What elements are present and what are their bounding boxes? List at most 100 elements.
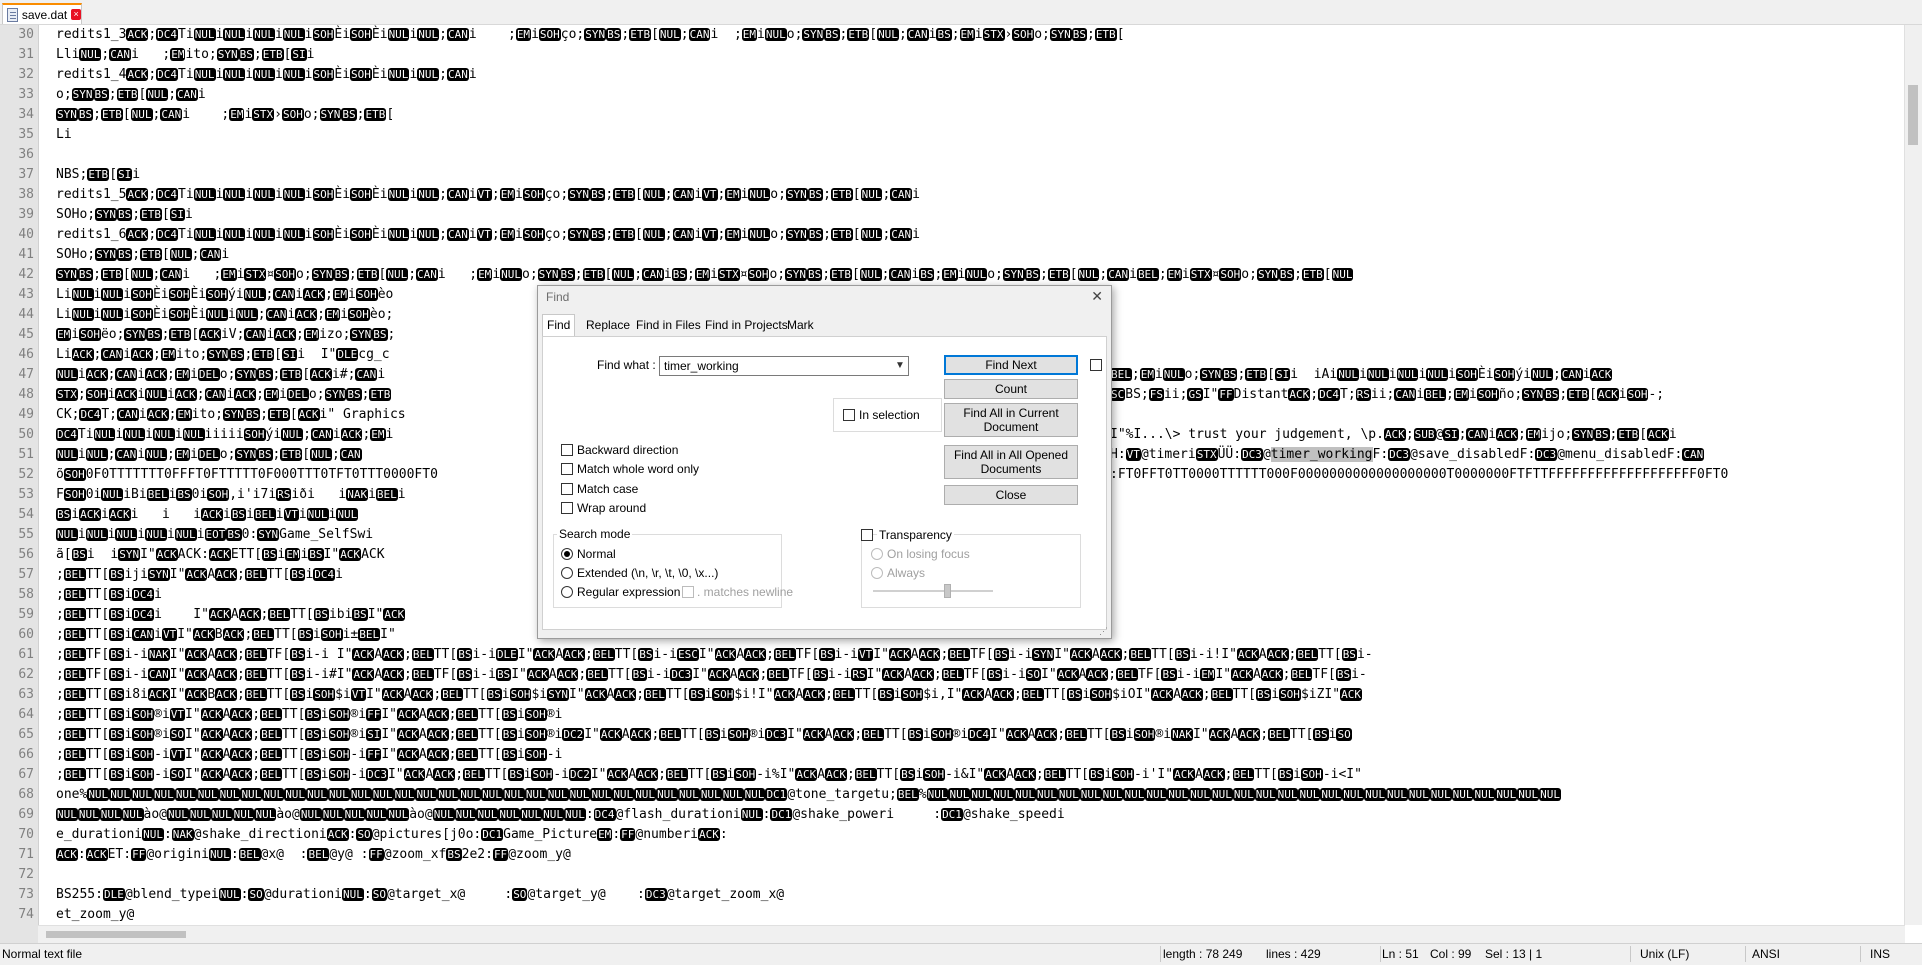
code-text: I"%I...\> trust your judgement, \p. (1110, 427, 1384, 442)
mode-extended-radio[interactable] (561, 567, 573, 579)
code-line[interactable]: NUL NUL NUL NULào@NUL NUL NUL NUL NULào@NUL NUL N… (56, 805, 1065, 825)
code-line[interactable]: LiNULiNULiSOHÈiSOHÈiNULiNUL;CANiACK;EMiS… (56, 305, 393, 325)
code-text: ; (605, 187, 614, 202)
code-line[interactable]: NULiNULiNULiNULiNULiEOT BS0:SYNGame_SelfS… (56, 525, 373, 545)
code-line[interactable]: o;SYN BS;ETB[NUL;CANi (56, 85, 206, 105)
code-line[interactable]: ã[BSi iSYNI"ACKACK:ACKETT[BSiEMiBSI"ACKA… (56, 545, 385, 565)
mode-normal-radio[interactable] (561, 548, 573, 560)
code-line-fragment[interactable]: I"%I...\> trust your judgement, \p.ACK;S… (1110, 425, 1677, 445)
code-line[interactable]: ;BELTT[BSiSOH-iSOI"ACKAACK;BELTT[BSiSOH-… (56, 765, 1362, 785)
find-history-dropdown-icon[interactable]: ▼ (892, 357, 908, 375)
code-line[interactable]: CK;DC4T;CANiACK;EMito;SYN BS;ETB[ACKi" Gr… (56, 405, 406, 425)
code-line[interactable]: e_durationiNUL:NAK@shake_directioniACK:S… (56, 825, 728, 845)
resize-grip-icon[interactable]: ⋰ (1099, 626, 1109, 636)
match-whole-word-checkbox[interactable] (561, 463, 573, 475)
find-all-current-button[interactable]: Find All in Current Document (944, 403, 1078, 437)
transparency-slider-track[interactable] (873, 590, 993, 592)
code-line[interactable]: ;BELTT[BSiCANiVTI"ACKBACK;BELTT[BSiSOHi±… (56, 625, 396, 645)
code-line[interactable]: ACK:ACKET:FF@originiNUL:BEL@x@ :BEL@y@ :… (56, 845, 571, 865)
code-line[interactable]: FSOH0iNULiBiBELiBS0iSOH,i'i7iRSiði iNAKi… (56, 485, 406, 505)
code-line[interactable]: LiNULiNULiSOHÈiSOHÈiSOHýiNUL;CANiACK;EMi… (56, 285, 393, 305)
close-button[interactable]: Close (944, 485, 1078, 505)
code-text: TF[ (795, 647, 820, 662)
always-radio[interactable] (871, 567, 883, 579)
code-line[interactable]: ;BELTT[BSiSOH-iVTI"ACKAACK;BELTT[BSiSOH-… (56, 745, 562, 765)
code-line[interactable]: ;BELTT[BSi8iACKI"ACKBACK;BELTT[BSiSOH$iV… (56, 685, 1362, 705)
code-text: i (468, 187, 477, 202)
code-line[interactable]: LiACK;CANiACK;EMito;SYN BS;ETB[SIi I"DLEc… (56, 345, 390, 365)
code-line-fragment[interactable]: SCBS;FSii;GSI"FFDistantACK;DC4T;RSii;CAN… (1110, 385, 1665, 405)
control-char-token: SO (169, 728, 186, 741)
control-char-token: NUL (1145, 788, 1168, 801)
status-insert-mode: INS (1870, 947, 1891, 961)
code-line[interactable]: STX;SOHiACKiNULiACK;CANiACK;EMiDELo;SYN B… (56, 385, 392, 405)
on-losing-focus-radio[interactable] (871, 548, 883, 560)
code-line[interactable]: SOHo;SYN BS;ETB[NUL;CANi (56, 245, 229, 265)
tab-find-in-projects[interactable]: Find in Projects (701, 315, 792, 335)
count-button[interactable]: Count (944, 379, 1078, 399)
wrap-around-checkbox[interactable] (561, 502, 573, 514)
transparency-checkbox[interactable] (861, 529, 873, 541)
close-tab-icon[interactable]: × (71, 9, 81, 20)
code-line[interactable]: one%NUL NUL NUL NUL NUL NUL NUL NUL NUL NUL NUL NUL… (56, 785, 1561, 805)
match-case-checkbox[interactable] (561, 483, 573, 495)
code-line[interactable]: EMiSOHëo;SYN BS;ETB[ACKiV;CANiACK;EMizo;S… (56, 325, 395, 345)
control-char-token: NUL (612, 788, 635, 801)
code-line[interactable]: redits1_4ACK;DC4TiNULiNULiNULiNULiSOHÈiS… (56, 65, 477, 85)
control-char-token: NUL (188, 808, 211, 821)
dialog-close-icon[interactable]: ✕ (1091, 288, 1103, 305)
code-line[interactable]: ;BELTF[BSi-iNAKI"ACKAACK;BELTF[BSi-i I"A… (56, 645, 1373, 665)
code-line-fragment[interactable]: H:VT@timeriSTXÜÜ:DC3@timer_workingF:DC3@… (1110, 445, 1705, 465)
code-line[interactable]: ;BELTT[BSijiSYNI"ACKAACK;BELTT[BSiDC4i (56, 565, 343, 585)
code-line[interactable]: DC4TiNULiNULiNULiNULiiiiiSOHýiNUL;CANiAC… (56, 425, 393, 445)
tab-replace[interactable]: Replace (582, 315, 634, 335)
code-line[interactable]: ;BELTT[BSiSOH®iVTI"ACKAACK;BELTT[BSiSOH®… (56, 705, 562, 725)
code-line[interactable]: LliNUL;CANi ;EMito;SYN BS;ETB[SIi (56, 45, 315, 65)
code-line[interactable]: NULiACK;CANiACK;EMiDELo;SYN BS;ETB[ACKi#;… (56, 365, 385, 385)
code-line[interactable]: ;BELTF[BSi-iCANI"ACKAACK;BELTT[BSi-i#I"A… (56, 665, 1367, 685)
horizontal-scroll-thumb[interactable] (46, 931, 186, 938)
code-line[interactable]: BSiACKiACKi i iACKiBSiBELiVTiNULiNUL (56, 505, 359, 525)
extra-option-checkbox[interactable] (1090, 359, 1102, 371)
code-text: A (230, 607, 239, 622)
mode-regex-radio[interactable] (561, 586, 573, 598)
vertical-scrollbar[interactable] (1904, 25, 1922, 925)
code-line[interactable]: redits1_6ACK;DC4TiNULiNULiNULiNULiSOHÈiS… (56, 225, 920, 245)
code-line[interactable]: BS255:DLE@blend_typeiNUL:SO@durationiNUL… (56, 885, 784, 905)
code-text: I" (692, 667, 708, 682)
tab-mark[interactable]: Mark (783, 315, 818, 335)
code-text: i (154, 627, 162, 642)
code-line[interactable]: ;BELTT[BSiDC4i (56, 585, 162, 605)
tab-save-dat[interactable]: save.dat × (2, 3, 82, 24)
find-next-button[interactable]: Find Next (944, 355, 1078, 375)
code-line[interactable]: ;BELTT[BSiDC4i I"ACKAACK;BELTT[BSibiBSI"… (56, 605, 406, 625)
code-line[interactable]: Li (56, 125, 72, 145)
code-line-fragment[interactable]: :FT0FFT0TT0000TTTTTT000F0000000000000000… (1110, 465, 1729, 485)
code-line[interactable]: redits1_3ACK;DC4TiNULiNULiNULiNULiSOHÈiS… (56, 25, 1125, 45)
code-line[interactable]: SYN BS;ETB[NUL;CANi ;EMiSTX¤SOHo;SYN BS;ET… (56, 265, 1354, 285)
matches-newline-checkbox[interactable] (682, 586, 694, 598)
code-line[interactable]: SOHo;SYN BS;ETB[SIi (56, 205, 193, 225)
code-line-fragment[interactable]: BEL;EMiNULo;SYN BS;ETB[SIi iAiNULiNULiNUL… (1110, 365, 1613, 385)
code-line[interactable]: NULiNUL;CANiNUL;EMiDELo;SYN BS;ETB[NUL;CA… (56, 445, 362, 465)
code-text: [ (161, 247, 170, 262)
control-char-token: NUL (1079, 788, 1102, 801)
control-char-token: BEL (854, 768, 877, 781)
code-line[interactable]: redits1_5ACK;DC4TiNULiNULiNULiNULiSOHÈiS… (56, 185, 920, 205)
code-line[interactable]: ;BELTT[BSiSOH®iSOI"ACKAACK;BELTT[BSiSOH®… (56, 725, 1352, 745)
vertical-scroll-thumb[interactable] (1908, 85, 1918, 145)
find-what-input[interactable] (659, 356, 909, 376)
tab-find-in-files[interactable]: Find in Files (632, 315, 705, 335)
transparency-slider-thumb[interactable] (944, 584, 951, 598)
code-line[interactable]: SYN BS;ETB[NUL;CANi ;EMiSTX›SOHo;SYN BS;ET… (56, 105, 394, 125)
code-text: I" (185, 727, 201, 742)
find-all-opened-button[interactable]: Find All in All Opened Documents (944, 445, 1078, 479)
code-line[interactable]: et_zoom_y@ (56, 905, 134, 925)
horizontal-scrollbar[interactable] (38, 925, 1905, 943)
control-char-token: CAN (889, 268, 912, 281)
tab-find[interactable]: Find (542, 314, 576, 337)
control-char-token: DC4 (593, 808, 616, 821)
backward-direction-checkbox[interactable] (561, 444, 573, 456)
code-line[interactable]: NBS;ETB[SIi (56, 165, 140, 185)
code-line[interactable]: õSOH0F0TTTTTTT0FFFT0FTTTTT0F000TTT0TFT0T… (56, 465, 438, 485)
